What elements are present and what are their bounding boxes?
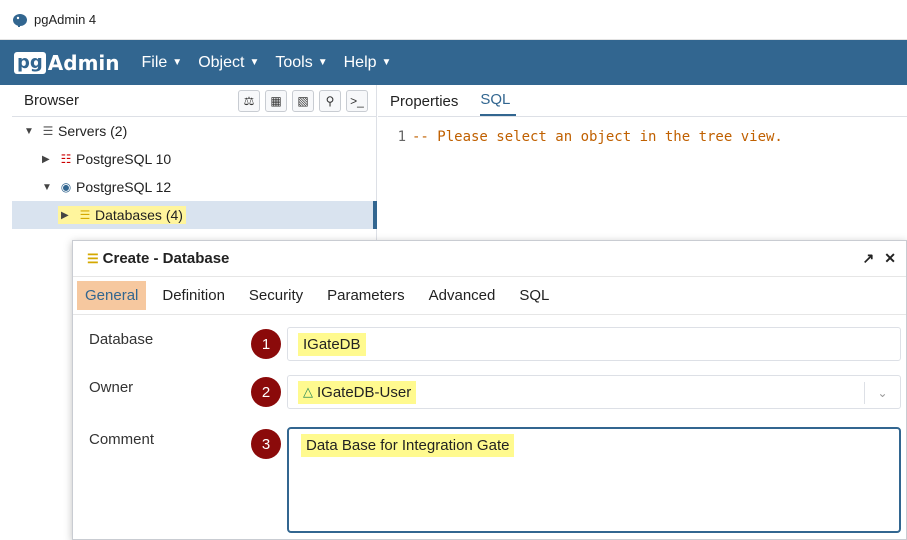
step-badge-2: 2: [251, 377, 281, 407]
chevron-down-icon[interactable]: ⌄: [864, 382, 900, 404]
tree-node-servers[interactable]: ▼ ☰ Servers (2): [12, 117, 376, 145]
tree-node-postgresql-10[interactable]: ▶ ☷ PostgreSQL 10: [12, 145, 376, 173]
tab-properties[interactable]: Properties: [390, 93, 470, 116]
filter-table-icon[interactable]: ▧: [292, 89, 314, 112]
user-icon: △: [303, 384, 313, 399]
database-name-field[interactable]: IGateDB: [287, 327, 901, 361]
menu-object[interactable]: Object ▼: [198, 54, 259, 72]
tab-advanced[interactable]: Advanced: [421, 281, 504, 310]
menu-help[interactable]: Help ▼: [344, 54, 392, 72]
pgadmin-logo: pg Admin: [14, 51, 120, 75]
panel-tabs: Properties SQL: [378, 85, 907, 117]
chevron-down-icon: ▼: [317, 57, 328, 68]
dialog-title-bar[interactable]: ☰ Create - Database ↗ ✕: [73, 241, 906, 277]
dialog-title: Create - Database: [102, 250, 230, 267]
tree-node-databases[interactable]: ▶ ☰ Databases (4): [12, 201, 377, 229]
tab-security[interactable]: Security: [241, 281, 311, 310]
tab-definition[interactable]: Definition: [154, 281, 233, 310]
chevron-right-icon[interactable]: ▶: [61, 210, 75, 221]
menu-tools[interactable]: Tools ▼: [275, 54, 327, 72]
window-title: pgAdmin 4: [34, 12, 97, 27]
owner-select[interactable]: △ IGateDB-User ⌄: [287, 375, 901, 409]
menubar: pg Admin File ▼ Object ▼ Tools ▼ Help ▼: [0, 40, 907, 85]
comment-label: Comment: [89, 431, 155, 448]
step-badge-1: 1: [251, 329, 281, 359]
terminal-icon[interactable]: >_: [346, 89, 368, 112]
tree-node-postgresql-12[interactable]: ▼ ◉ PostgreSQL 12: [12, 173, 376, 201]
step-badge-3: 3: [251, 429, 281, 459]
dialog-tabs: General Definition Security Parameters A…: [73, 277, 906, 315]
close-icon[interactable]: ✕: [884, 250, 896, 267]
chevron-down-icon: ▼: [249, 57, 260, 68]
tab-general[interactable]: General: [77, 281, 147, 310]
owner-label: Owner: [89, 379, 134, 396]
selection-indicator: [373, 201, 377, 229]
menu-file[interactable]: File ▼: [142, 54, 183, 72]
database-query-icon[interactable]: ⚖: [238, 89, 260, 112]
maximize-icon[interactable]: ↗: [863, 250, 875, 267]
sql-editor[interactable]: 1 -- Please select an object in the tree…: [378, 129, 907, 145]
search-icon[interactable]: ⚲: [319, 89, 341, 112]
server-disconnected-icon: ☷: [60, 152, 72, 166]
sql-text: -- Please select an object in the tree v…: [412, 129, 783, 145]
database-label: Database: [89, 331, 154, 348]
database-icon: ☰: [87, 250, 99, 266]
create-database-dialog: ☰ Create - Database ↗ ✕ General Definiti…: [72, 240, 907, 540]
database-icon: ☰: [79, 208, 91, 222]
servers-icon: ☰: [42, 124, 54, 138]
chevron-down-icon[interactable]: ▼: [42, 182, 56, 193]
browser-header: Browser ⚖ ▦ ▧ ⚲ >_: [12, 85, 376, 117]
chevron-right-icon[interactable]: ▶: [42, 154, 56, 165]
title-bar: pgAdmin 4: [0, 0, 907, 40]
comment-textarea[interactable]: Data Base for Integration Gate: [287, 427, 901, 533]
elephant-icon: [13, 13, 27, 27]
tab-sql[interactable]: SQL: [480, 91, 517, 116]
chevron-down-icon: ▼: [172, 57, 183, 68]
browser-title: Browser: [24, 92, 80, 109]
elephant-icon: ◉: [60, 180, 72, 194]
chevron-down-icon: ▼: [381, 57, 392, 68]
tab-parameters[interactable]: Parameters: [319, 281, 413, 310]
line-number: 1: [397, 129, 406, 145]
chevron-down-icon[interactable]: ▼: [24, 126, 38, 137]
tab-dialog-sql[interactable]: SQL: [511, 281, 557, 310]
table-grid-icon[interactable]: ▦: [265, 89, 287, 112]
general-form: Database 1 IGateDB Owner 2 △ IGateDB-Use…: [73, 315, 907, 540]
